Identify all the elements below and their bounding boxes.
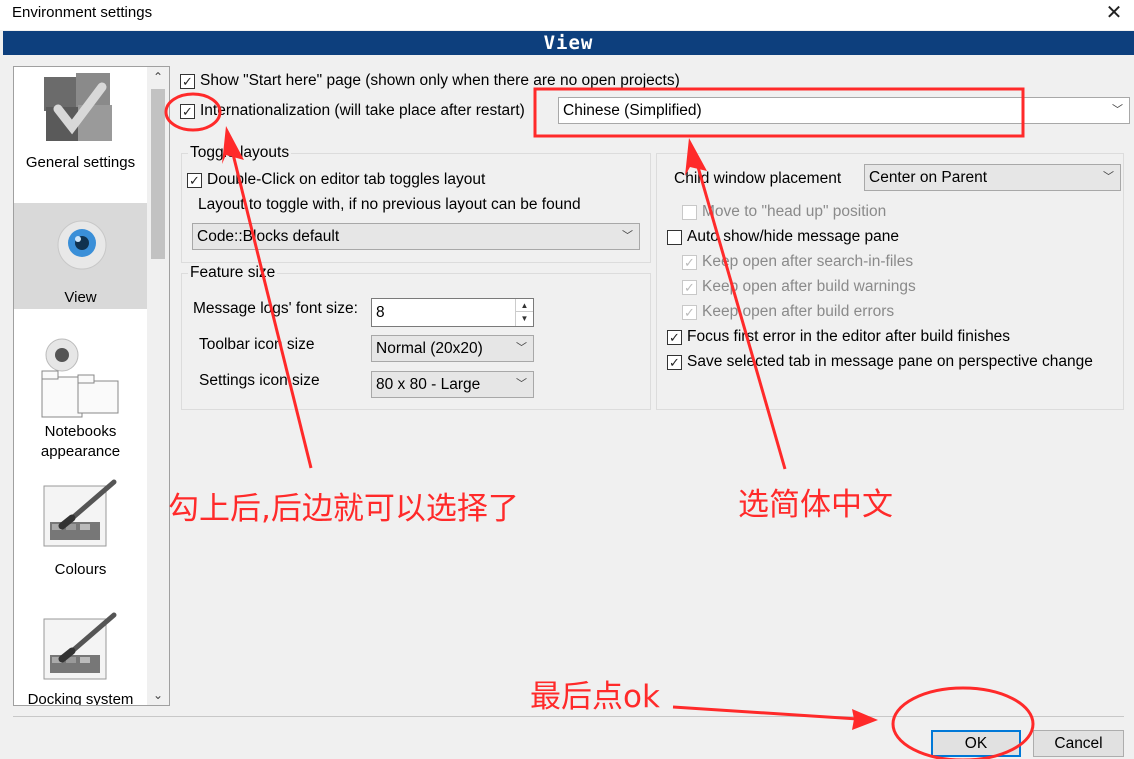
- annotation-arrow-ok: [672, 705, 878, 730]
- keep-open-warnings-checkbox[interactable]: ✓: [682, 280, 697, 295]
- layout-to-toggle-label: Layout to toggle with, if no previous la…: [198, 196, 581, 213]
- colours-palette-icon: [43, 479, 117, 547]
- language-select-value: Chinese (Simplified): [563, 102, 702, 119]
- toolbar-icon-size-select[interactable]: Normal (20x20) ﹀: [371, 335, 534, 362]
- sidebar-item-notebooks-appearance[interactable]: Notebooks appearance: [14, 329, 147, 469]
- internationalization-label: Internationalization (will take place af…: [200, 102, 525, 119]
- view-eye-icon: [57, 220, 107, 270]
- font-size-spinner[interactable]: 8 ▲ ▼: [371, 298, 534, 327]
- page-header: View: [3, 31, 1134, 55]
- sidebar-item-docking-system[interactable]: Docking system: [14, 607, 147, 706]
- scroll-down-icon[interactable]: ⌄: [147, 685, 169, 705]
- scrollbar-thumb[interactable]: [151, 89, 165, 259]
- chevron-down-icon: ﹀: [1112, 104, 1123, 116]
- sidebar-item-general-settings[interactable]: General settings: [14, 67, 147, 202]
- scroll-up-icon[interactable]: ⌃: [147, 67, 169, 87]
- keep-open-errors-checkbox[interactable]: ✓: [682, 305, 697, 320]
- feature-size-title: Feature size: [188, 264, 278, 282]
- notebooks-appearance-icon: [41, 338, 119, 418]
- settings-sidebar: General settings View Notebooks appearan…: [13, 66, 170, 706]
- save-selected-tab-label: Save selected tab in message pane on per…: [687, 353, 1093, 370]
- child-window-placement-label: Child window placement: [674, 170, 842, 187]
- annotation-choose-chinese: 选简体中文: [738, 487, 893, 523]
- auto-show-hide-checkbox[interactable]: [667, 230, 682, 245]
- settings-icon-size-label: Settings icon size: [199, 372, 320, 389]
- cancel-button[interactable]: Cancel: [1033, 730, 1124, 757]
- auto-show-hide-label: Auto show/hide message pane: [687, 228, 899, 245]
- window-titlebar: Environment settings ✕: [0, 0, 1134, 30]
- docking-system-icon: [43, 612, 117, 680]
- general-settings-icon: [44, 73, 112, 141]
- settings-icon-size-value: 80 x 80 - Large: [376, 376, 481, 393]
- keep-open-search-label: Keep open after search-in-files: [702, 253, 914, 270]
- sidebar-label: Notebooks appearance: [40, 423, 121, 460]
- double-click-toggle-checkbox[interactable]: ✓: [187, 173, 202, 188]
- annotation-check-then-select: 勾上后,后边就可以选择了: [168, 491, 519, 527]
- sidebar-scrollbar[interactable]: ⌃ ⌄: [147, 67, 169, 705]
- sidebar-label: Docking system: [27, 691, 134, 706]
- chevron-down-icon: ﹀: [622, 230, 633, 242]
- focus-first-error-checkbox[interactable]: ✓: [667, 330, 682, 345]
- spin-up-icon[interactable]: ▲: [516, 299, 533, 312]
- double-click-toggle-label: Double-Click on editor tab toggles layou…: [207, 171, 486, 188]
- window-title: Environment settings: [12, 4, 153, 21]
- settings-icon-size-select[interactable]: 80 x 80 - Large ﹀: [371, 371, 534, 398]
- show-start-here-label: Show "Start here" page (shown only when …: [200, 72, 680, 89]
- chevron-down-icon: ﹀: [1103, 171, 1114, 183]
- close-icon[interactable]: ✕: [1102, 0, 1126, 26]
- move-head-up-checkbox[interactable]: [682, 205, 697, 220]
- show-start-here-checkbox[interactable]: ✓: [180, 74, 195, 89]
- keep-open-search-checkbox[interactable]: ✓: [682, 255, 697, 270]
- ok-button[interactable]: OK: [931, 730, 1021, 757]
- layout-select[interactable]: Code::Blocks default ﹀: [192, 223, 640, 250]
- sidebar-item-colours[interactable]: Colours: [14, 472, 147, 592]
- keep-open-errors-label: Keep open after build errors: [702, 303, 895, 320]
- toolbar-icon-size-label: Toolbar icon size: [199, 336, 315, 353]
- sidebar-label: Colours: [54, 561, 107, 578]
- move-head-up-label: Move to "head up" position: [702, 203, 887, 220]
- toolbar-icon-size-value: Normal (20x20): [376, 340, 483, 357]
- internationalization-checkbox[interactable]: ✓: [180, 104, 195, 119]
- child-window-placement-value: Center on Parent: [869, 169, 988, 186]
- annotation-finally-ok: 最后点ok: [530, 679, 660, 715]
- spin-down-icon[interactable]: ▼: [516, 312, 533, 325]
- save-selected-tab-checkbox[interactable]: ✓: [667, 355, 682, 370]
- sidebar-label: General settings: [25, 154, 136, 171]
- spinner-buttons: ▲ ▼: [515, 299, 533, 326]
- font-size-value: 8: [376, 304, 385, 321]
- child-window-placement-select[interactable]: Center on Parent ﹀: [864, 164, 1121, 191]
- language-select[interactable]: Chinese (Simplified) ﹀: [558, 97, 1130, 124]
- toggle-layouts-title: Toggle layouts: [188, 144, 292, 162]
- layout-select-value: Code::Blocks default: [197, 228, 340, 245]
- font-size-label: Message logs' font size:: [193, 300, 358, 317]
- sidebar-label: View: [64, 289, 97, 306]
- chevron-down-icon: ﹀: [516, 378, 527, 390]
- focus-first-error-label: Focus first error in the editor after bu…: [687, 328, 1011, 345]
- keep-open-warnings-label: Keep open after build warnings: [702, 278, 916, 295]
- chevron-down-icon: ﹀: [516, 342, 527, 354]
- sidebar-item-view[interactable]: View: [14, 203, 147, 309]
- footer-divider: [13, 716, 1124, 717]
